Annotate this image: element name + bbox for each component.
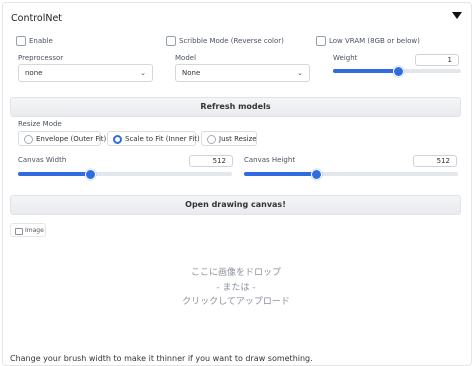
canvas-height-slider-fill (244, 172, 315, 176)
preprocessor-label: Preprocessor (18, 54, 64, 62)
chevron-down-icon: ⌄ (297, 69, 303, 77)
weight-slider-fill (333, 69, 397, 73)
radio-icon (207, 135, 216, 144)
dropzone-line-or: - または - (216, 283, 256, 293)
weight-slider-handle[interactable] (393, 66, 404, 77)
resize-option-label: Envelope (Outer Fit) (36, 135, 107, 143)
enable-checkbox[interactable] (16, 36, 26, 46)
resize-option-envelope[interactable]: Envelope (Outer Fit) (18, 131, 106, 146)
dropzone-line-upload: クリックしてアップロード (182, 297, 290, 307)
scribble-checkbox[interactable] (166, 36, 176, 46)
weight-input[interactable]: 1 (415, 54, 459, 66)
radio-selected-icon (113, 135, 122, 144)
enable-label: Enable (29, 37, 53, 45)
canvas-width-input[interactable]: 512 (189, 155, 233, 167)
refresh-models-button[interactable]: Refresh models (10, 97, 461, 117)
low-vram-checkbox[interactable] (316, 36, 326, 46)
canvas-width-label: Canvas Width (18, 156, 67, 164)
resize-option-label: Scale to Fit (Inner Fit) (125, 135, 200, 143)
preprocessor-value: none (25, 69, 43, 77)
weight-label: Weight (333, 54, 358, 62)
panel-title: ControlNet (11, 13, 63, 24)
model-label: Model (175, 54, 197, 62)
preprocessor-select[interactable]: none ⌄ (18, 64, 153, 82)
weight-slider[interactable] (333, 66, 461, 77)
open-drawing-canvas-button[interactable]: Open drawing canvas! (10, 195, 461, 215)
canvas-width-slider-handle[interactable] (84, 169, 96, 180)
radio-icon (24, 135, 33, 144)
canvas-width-slider-fill (18, 172, 89, 176)
image-icon (15, 228, 23, 235)
resize-option-scale-to-fit[interactable]: Scale to Fit (Inner Fit) (107, 131, 200, 146)
dropzone-line-drop: ここに画像をドロップ (190, 268, 281, 278)
canvas-height-label: Canvas Height (244, 156, 296, 164)
image-dropzone[interactable]: ここに画像をドロップ - または - クリックしてアップロード (10, 239, 462, 349)
model-select[interactable]: None ⌄ (175, 64, 310, 82)
collapse-triangle-icon[interactable] (452, 12, 462, 19)
controlnet-panel: ControlNet Enable Scribble Mode (Reverse… (2, 2, 472, 366)
canvas-width-slider[interactable] (18, 169, 232, 180)
scribble-label: Scribble Mode (Reverse color) (179, 37, 284, 45)
chevron-down-icon: ⌄ (140, 69, 146, 77)
canvas-height-input[interactable]: 512 (413, 155, 457, 167)
image-tab-label: Image (25, 227, 44, 234)
low-vram-label: Low VRAM (8GB or below) (329, 37, 420, 45)
resize-mode-label: Resize Mode (18, 120, 62, 128)
canvas-height-slider-handle[interactable] (310, 169, 322, 180)
brush-hint-text: Change your brush width to make it thinn… (10, 354, 313, 363)
image-tab[interactable]: Image (10, 223, 46, 237)
model-value: None (182, 69, 201, 77)
canvas-height-slider[interactable] (244, 169, 458, 180)
resize-option-just-resize[interactable]: Just Resize (201, 131, 257, 146)
resize-option-label: Just Resize (219, 135, 257, 143)
